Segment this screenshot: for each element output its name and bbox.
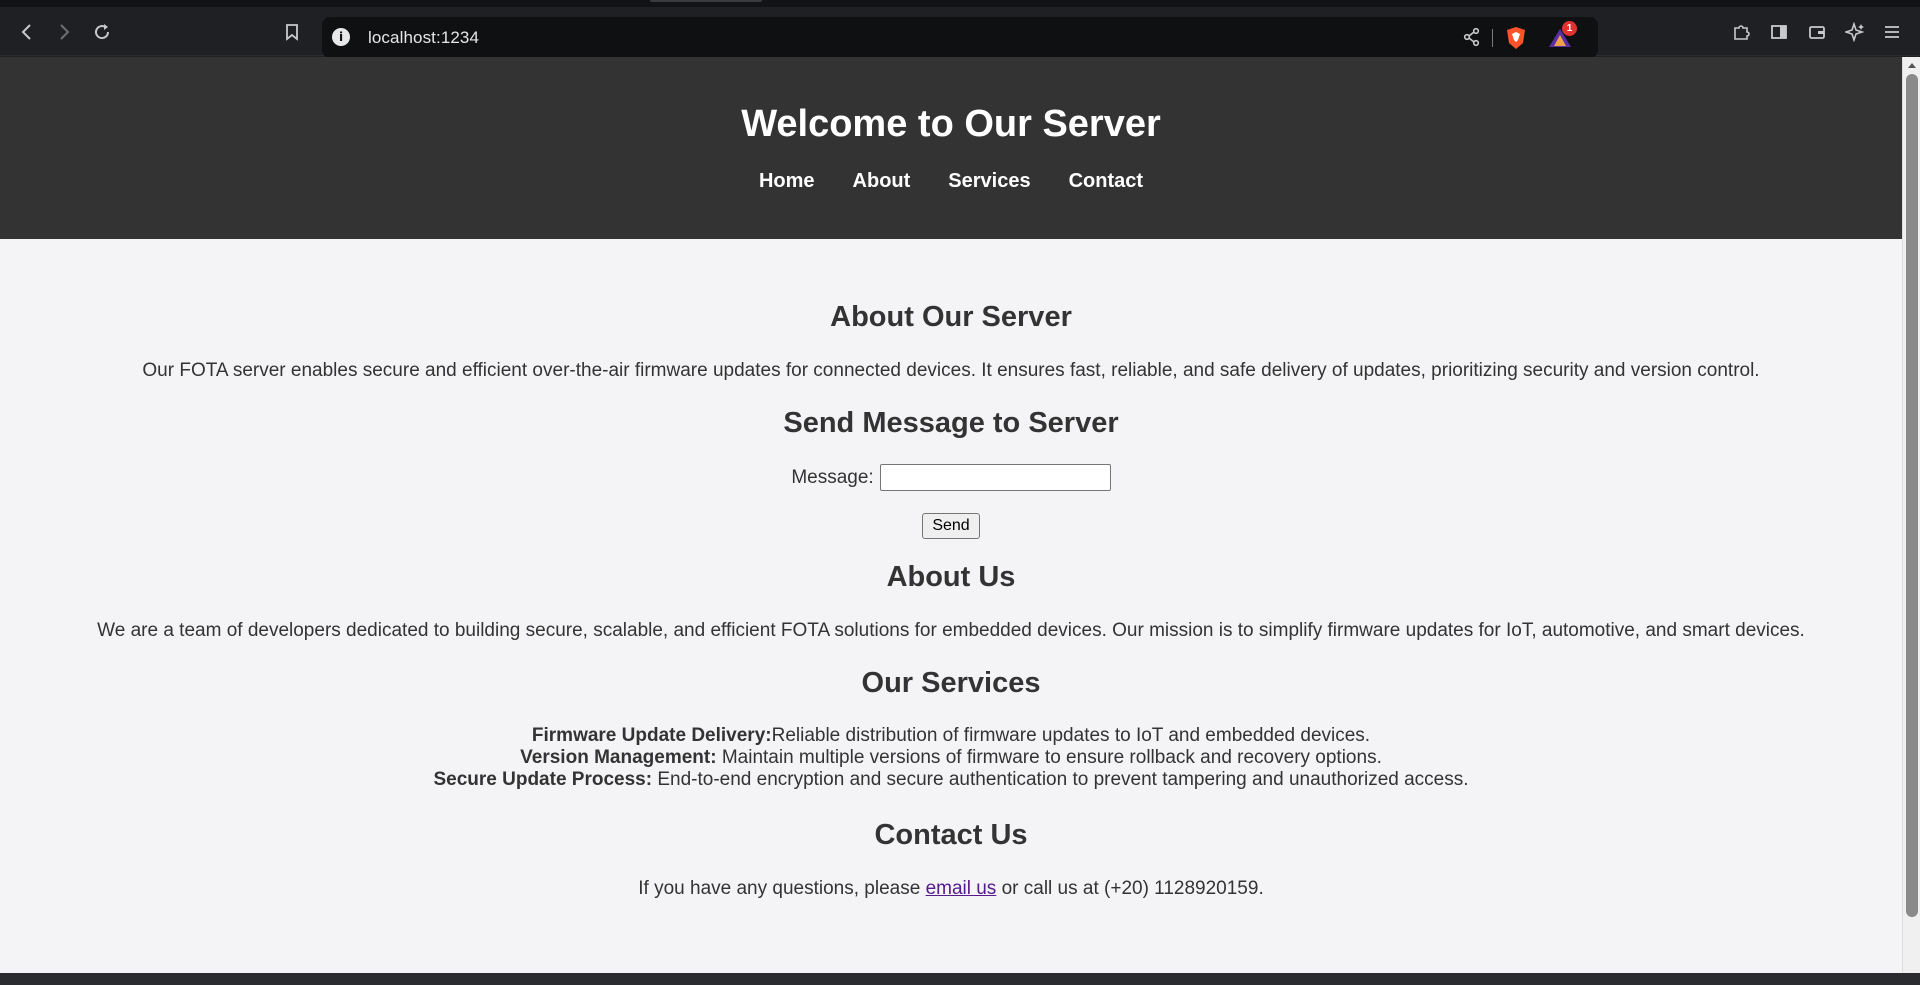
service-title: Secure Update Process:: [433, 769, 653, 790]
about-us-text: We are a team of developers dedicated to…: [97, 620, 1805, 641]
back-arrow-icon: [21, 24, 31, 40]
service-text: Maintain multiple versions of firmware t…: [716, 747, 1382, 768]
sparkle-icon: [1845, 22, 1865, 42]
puzzle-icon: [1734, 25, 1750, 40]
contact-heading: Contact Us: [874, 819, 1028, 851]
notification-badge: 1: [1562, 21, 1577, 36]
wallet-button[interactable]: [1801, 16, 1833, 48]
service-item: Firmware Update Delivery:Reliable distri…: [0, 725, 1902, 747]
service-text: End-to-end encryption and secure authent…: [652, 769, 1469, 790]
wallet-icon: [1809, 26, 1825, 39]
nav-link-about[interactable]: About: [853, 170, 911, 193]
about-server-section: About Our Server Our FOTA server enables…: [0, 301, 1902, 382]
hamburger-menu-icon: [1885, 26, 1899, 38]
tab-strip: [0, 0, 1920, 7]
back-button[interactable]: [11, 16, 43, 48]
service-item: Secure Update Process: End-to-end encryp…: [0, 769, 1902, 791]
page-viewport: Welcome to Our Server Home About Service…: [0, 57, 1920, 973]
scroll-up-arrow-icon[interactable]: [1908, 63, 1916, 68]
contact-text-after: or call us at (+20) 1128920159.: [996, 878, 1264, 899]
message-input[interactable]: [879, 464, 1111, 491]
bookmark-icon: [286, 24, 298, 41]
send-message-heading: Send Message to Server: [783, 407, 1119, 439]
services-heading: Our Services: [861, 667, 1041, 699]
omnibox-divider: [1492, 29, 1493, 47]
services-section: Our Services Firmware Update Delivery:Re…: [0, 667, 1902, 791]
site-info-icon[interactable]: i: [332, 28, 350, 46]
service-title: Version Management:: [520, 747, 717, 768]
site-header: Welcome to Our Server Home About Service…: [0, 57, 1902, 239]
contact-text-before: If you have any questions, please: [638, 878, 926, 899]
active-tab[interactable]: [650, 0, 762, 2]
service-text: Reliable distribution of firmware update…: [771, 725, 1371, 746]
window-bottom-edge: [0, 973, 1920, 985]
service-title: Firmware Update Delivery:: [531, 725, 772, 746]
nav-link-services[interactable]: Services: [948, 170, 1030, 193]
message-label: Message:: [791, 466, 874, 488]
extensions-button[interactable]: [1725, 16, 1757, 48]
services-list: Firmware Update Delivery:Reliable distri…: [0, 725, 1902, 791]
page-title: Welcome to Our Server: [741, 103, 1161, 145]
main-content: About Our Server Our FOTA server enables…: [0, 239, 1902, 900]
sidebar-icon: [1771, 25, 1787, 39]
brave-shields-icon[interactable]: [1505, 26, 1527, 50]
nav-link-contact[interactable]: Contact: [1069, 170, 1143, 193]
main-nav: Home About Services Contact: [0, 170, 1902, 193]
about-server-heading: About Our Server: [830, 301, 1072, 333]
browser-toolbar: i localhost:1234 1: [0, 7, 1920, 58]
send-button[interactable]: Send: [922, 513, 980, 539]
url-text[interactable]: localhost:1234: [368, 28, 479, 48]
reload-icon: [95, 24, 110, 40]
about-us-section: About Us We are a team of developers ded…: [0, 561, 1902, 642]
share-icon[interactable]: [1462, 27, 1482, 52]
leo-ai-button[interactable]: [1839, 16, 1871, 48]
contact-section: Contact Us If you have any questions, pl…: [0, 819, 1902, 900]
service-item: Version Management: Maintain multiple ve…: [0, 747, 1902, 769]
menu-button[interactable]: [1876, 16, 1908, 48]
about-us-heading: About Us: [886, 561, 1016, 593]
reload-button[interactable]: [86, 16, 118, 48]
contact-text: If you have any questions, please email …: [0, 878, 1902, 900]
nav-link-home[interactable]: Home: [759, 170, 815, 193]
scrollbar-thumb[interactable]: [1906, 74, 1918, 917]
email-link[interactable]: email us: [926, 878, 997, 899]
page-scrollbar[interactable]: [1902, 57, 1920, 973]
about-server-text: Our FOTA server enables secure and effic…: [142, 360, 1760, 381]
send-message-section: Send Message to Server Message: Send: [0, 407, 1902, 539]
message-form-row: Message:: [0, 464, 1902, 491]
forward-button[interactable]: [48, 16, 80, 48]
forward-arrow-icon: [60, 24, 70, 40]
sidebar-button[interactable]: [1763, 16, 1795, 48]
address-bar[interactable]: i localhost:1234 1: [322, 17, 1598, 58]
bookmark-button[interactable]: [276, 16, 308, 48]
